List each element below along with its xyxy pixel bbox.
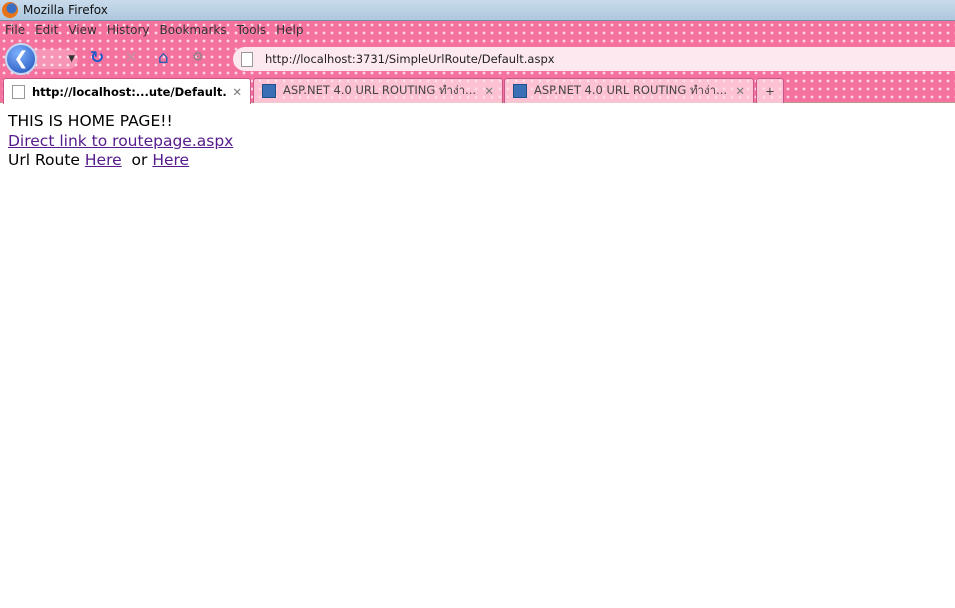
back-button[interactable]: ❮: [5, 43, 37, 75]
firefox-logo-icon: [2, 2, 18, 18]
menu-bar: File Edit View History Bookmarks Tools H…: [0, 23, 309, 41]
navigation-toolbar: ▼ ❮ ↻ ✕ ⌂ ⚙ http://localhost:3731/Simple…: [0, 41, 955, 75]
site-favicon-icon: [513, 84, 527, 98]
route-link-2[interactable]: Here: [152, 151, 189, 169]
page-heading: THIS IS HOME PAGE!!: [8, 112, 173, 130]
title-bar: Mozilla Firefox: [0, 0, 955, 21]
menu-file[interactable]: File: [0, 23, 30, 41]
route-link-1[interactable]: Here: [85, 151, 122, 169]
close-tab-icon[interactable]: ✕: [484, 84, 494, 98]
history-dropdown-button[interactable]: ▼: [34, 49, 78, 69]
window-title: Mozilla Firefox: [23, 3, 108, 17]
home-icon[interactable]: ⌂: [158, 48, 169, 68]
page-content: THIS IS HOME PAGE!! Direct link to route…: [8, 112, 233, 171]
direct-link[interactable]: Direct link to routepage.aspx: [8, 132, 233, 150]
tab-strip: http://localhost:...ute/Default.aspx ✕ A…: [0, 76, 955, 104]
new-tab-button[interactable]: +: [756, 78, 784, 103]
reload-icon[interactable]: ↻: [90, 48, 104, 68]
browser-chrome: File Edit View History Bookmarks Tools H…: [0, 21, 955, 104]
close-tab-icon[interactable]: ✕: [735, 84, 745, 98]
tab-label: ASP.NET 4.0 URL ROUTING ทำง่า...: [534, 83, 728, 97]
menu-bookmarks[interactable]: Bookmarks: [155, 23, 232, 41]
url-input[interactable]: http://localhost:3731/SimpleUrlRoute/Def…: [265, 52, 555, 66]
menu-view[interactable]: View: [63, 23, 101, 41]
menu-tools[interactable]: Tools: [232, 23, 272, 41]
tab-routing-2[interactable]: ASP.NET 4.0 URL ROUTING ทำง่า... ✕: [504, 78, 754, 103]
close-tab-icon[interactable]: ✕: [232, 85, 242, 99]
tab-default[interactable]: http://localhost:...ute/Default.aspx ✕: [3, 78, 251, 104]
or-text: or: [131, 151, 148, 169]
page-icon: [12, 84, 25, 99]
site-favicon-icon: [262, 84, 276, 98]
url-bar[interactable]: http://localhost:3731/SimpleUrlRoute/Def…: [233, 47, 955, 71]
tab-label: http://localhost:...ute/Default.aspx: [32, 84, 227, 99]
menu-help[interactable]: Help: [271, 23, 308, 41]
page-icon: [241, 51, 253, 67]
menu-history[interactable]: History: [102, 23, 155, 41]
tab-routing-1[interactable]: ASP.NET 4.0 URL ROUTING ทำง่า... ✕: [253, 78, 503, 103]
stop-icon[interactable]: ✕: [124, 48, 138, 68]
tab-label: ASP.NET 4.0 URL ROUTING ทำง่า...: [283, 83, 477, 97]
menu-edit[interactable]: Edit: [30, 23, 63, 41]
plus-icon: +: [765, 84, 775, 98]
url-route-label: Url Route: [8, 151, 80, 169]
addon-icon[interactable]: ⚙: [192, 48, 204, 68]
